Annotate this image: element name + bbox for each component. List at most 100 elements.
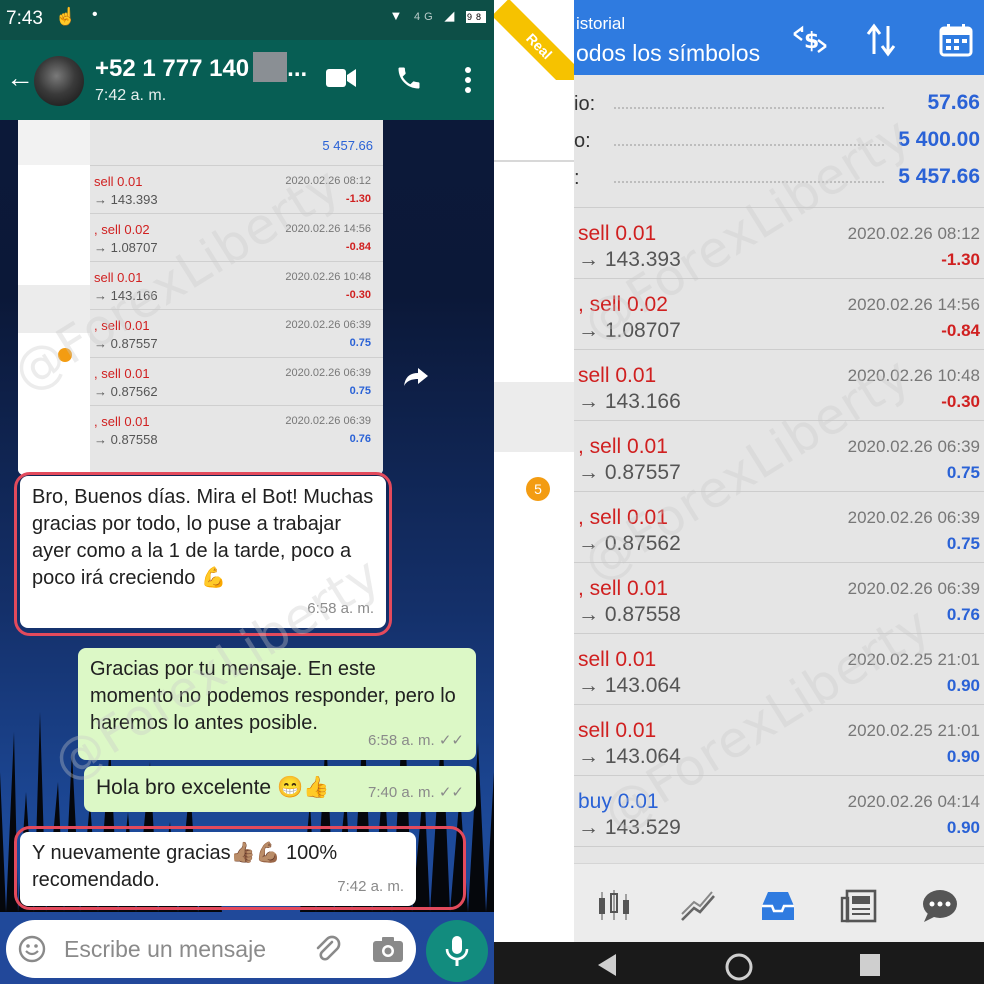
trade-price: → 0.87558: [578, 603, 681, 626]
forward-icon[interactable]: [400, 360, 432, 392]
mini-trade-profit: -0.84: [345, 241, 371, 253]
trade-row[interactable]: sell 0.012020.02.25 21:01: [574, 846, 984, 863]
mini-trade-profit: -0.30: [345, 289, 371, 301]
chat-area[interactable]: 5 457.66 sell 0.01 → 143.393 2020.02.26 08…: [0, 120, 494, 912]
shared-screenshot-sidebar: [18, 120, 90, 475]
nav-recents-icon[interactable]: [858, 952, 882, 978]
history-header: istorial odos los símbolos $: [574, 0, 984, 75]
trade-date: 2020.02.25 21:01: [847, 721, 980, 740]
outgoing-message[interactable]: Hola bro excelente 😁👍 7:40 a. m. ✓✓: [84, 766, 476, 812]
chart-icon[interactable]: [678, 886, 718, 926]
chat-icon[interactable]: [920, 886, 960, 926]
microphone-icon: [445, 936, 469, 966]
trade-date: 2020.02.25 21:01: [847, 650, 980, 669]
signal-icon: ◢: [444, 8, 459, 23]
video-call-icon[interactable]: [326, 67, 356, 89]
mini-trade-price: → 0.87558: [94, 432, 158, 447]
trade-profit: -0.84: [941, 321, 980, 340]
camera-icon[interactable]: [372, 935, 404, 963]
outgoing-message[interactable]: Gracias por tu mensaje. En este momento …: [78, 648, 476, 760]
trade-side: , sell 0.01: [578, 577, 668, 600]
summary-row: io: 57.66: [574, 87, 984, 123]
dotted-leader: [614, 144, 884, 146]
mini-trade-row: sell 0.01 → 143.166 2020.02.26 10:48 -0.30: [90, 261, 383, 309]
status-bar: 7:43 ☝ • ▼ 4G ◢ 98: [0, 0, 494, 40]
sidebar-panel: [494, 0, 574, 942]
mini-trade-row: , sell 0.02 → 1.08707 2020.02.26 14:56 -0.8…: [90, 213, 383, 261]
mini-balance: 5 457.66: [322, 138, 373, 153]
summary-value: 57.66: [927, 91, 980, 114]
quotes-icon[interactable]: [594, 886, 634, 926]
message-time-value: 7:40 a. m.: [367, 784, 435, 801]
mini-trade-date: 2020.02.26 06:39: [285, 415, 371, 427]
history-title: istorial: [576, 14, 626, 33]
trade-price: → 0.87562: [578, 532, 681, 555]
message-time: 6:58 a. m. ✓✓: [368, 727, 464, 754]
mini-trade-profit: -1.30: [345, 193, 371, 205]
touch-icon: ☝: [55, 7, 77, 26]
trade-price: → 1.08707: [578, 319, 681, 342]
nav-back-icon[interactable]: [594, 952, 618, 978]
calendar-icon[interactable]: [938, 22, 974, 58]
mini-trade-profit: 0.75: [349, 385, 371, 397]
summary-label: io:: [574, 93, 596, 115]
trade-row[interactable]: , sell 0.01 → 0.87562 2020.02.26 06:39 0.75: [574, 491, 984, 562]
contact-avatar[interactable]: [34, 56, 84, 106]
android-navigation-bar: [494, 942, 984, 984]
trade-date: 2020.02.26 06:39: [847, 437, 980, 456]
trade-row[interactable]: sell 0.01 → 143.064 2020.02.25 21:01 0.90: [574, 633, 984, 704]
mini-trade-price: → 143.393: [94, 192, 158, 207]
more-options-icon[interactable]: [458, 66, 478, 94]
battery-label: 98: [465, 11, 486, 23]
account-summary: io: 57.66 o: 5 400.00 : 5 457.66: [574, 75, 984, 207]
trade-row[interactable]: sell 0.01 → 143.166 2020.02.26 10:48 -0.30: [574, 349, 984, 420]
trade-row[interactable]: sell 0.01 → 143.064 2020.02.25 21:01 0.90: [574, 704, 984, 775]
trade-row[interactable]: , sell 0.01 → 0.87557 2020.02.26 06:39 0.75: [574, 420, 984, 491]
summary-label: :: [574, 167, 580, 189]
news-icon[interactable]: [840, 886, 880, 926]
message-input-bar[interactable]: Escribe un mensaje: [6, 920, 416, 978]
attach-icon[interactable]: [312, 934, 342, 964]
trade-row[interactable]: buy 0.01 → 143.529 2020.02.26 04:14 0.90: [574, 775, 984, 846]
trade-side: buy 0.01: [578, 790, 659, 813]
mini-trade-side: , sell 0.02: [94, 222, 150, 237]
svg-text:$: $: [804, 29, 819, 54]
trade-history-list[interactable]: sell 0.01 → 143.393 2020.02.26 08:12 -1.30,…: [574, 207, 984, 863]
phone-call-icon[interactable]: [395, 64, 423, 92]
summary-row: o: 5 400.00: [574, 124, 984, 160]
voice-message-button[interactable]: [426, 920, 488, 982]
trade-profit: 0.90: [946, 818, 980, 837]
emoji-icon[interactable]: [18, 935, 46, 963]
trade-side: , sell 0.02: [578, 293, 668, 316]
redaction-box: [253, 52, 288, 82]
sidebar-shade: [18, 285, 90, 333]
summary-value: 5 457.66: [898, 165, 980, 188]
contact-number: +52 1 777 140: [95, 55, 250, 82]
contact-name[interactable]: +52 1 777 140...: [95, 52, 307, 83]
trade-row[interactable]: sell 0.01 → 143.393 2020.02.26 08:12 -1.30: [574, 207, 984, 278]
nav-home-icon[interactable]: [724, 952, 754, 982]
trade-history-tab-icon[interactable]: [758, 886, 798, 926]
trade-side: sell 0.01: [578, 364, 657, 387]
back-arrow-icon[interactable]: ←: [6, 64, 34, 92]
shared-screenshot: 5 457.66 sell 0.01 → 143.393 2020.02.26 08…: [18, 120, 383, 475]
message-time: 7:40 a. m. ✓✓: [368, 779, 464, 806]
currency-exchange-icon[interactable]: $: [792, 22, 828, 58]
trade-row[interactable]: , sell 0.01 → 0.87558 2020.02.26 06:39 0.76: [574, 562, 984, 633]
symbol-filter[interactable]: odos los símbolos: [576, 40, 760, 67]
trade-row[interactable]: , sell 0.02 → 1.08707 2020.02.26 14:56 -0.8…: [574, 278, 984, 349]
status-time: 7:43: [6, 8, 43, 29]
sort-icon[interactable]: [864, 22, 900, 58]
trade-price: → 143.064: [578, 674, 681, 697]
trade-price: → 0.87557: [578, 461, 681, 484]
image-message[interactable]: 5 457.66 sell 0.01 → 143.393 2020.02.26 08…: [18, 120, 383, 475]
trading-history-screen: 5 Real istorial odos los símbolos $ io: …: [494, 0, 984, 984]
trade-date: 2020.02.26 10:48: [847, 366, 980, 385]
trade-profit: 0.76: [946, 605, 980, 624]
shared-screenshot-history: 5 457.66 sell 0.01 → 143.393 2020.02.26 08…: [90, 120, 383, 475]
message-placeholder[interactable]: Escribe un mensaje: [64, 936, 266, 963]
trade-price: → 143.529: [578, 816, 681, 839]
real-account-label: Real: [494, 0, 574, 80]
summary-value: 5 400.00: [898, 128, 980, 151]
trade-profit: 0.90: [946, 747, 980, 766]
